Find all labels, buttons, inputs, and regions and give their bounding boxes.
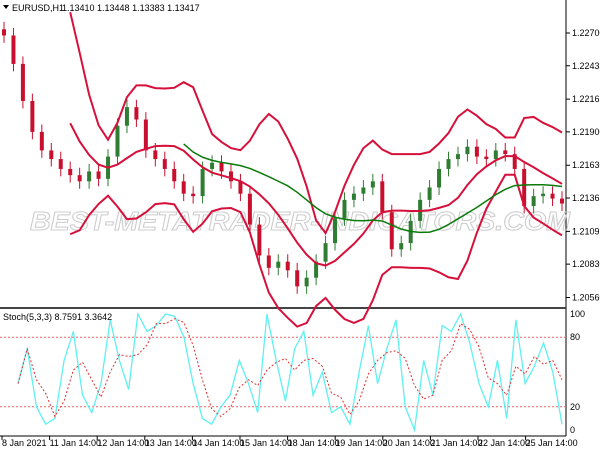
stoch-axis: 100 80 20 0	[570, 309, 585, 435]
dropdown-triangle-icon[interactable]	[3, 5, 9, 9]
candle-body	[493, 150, 498, 160]
candle-body	[285, 261, 290, 271]
candle-body	[276, 261, 281, 268]
candle-body	[304, 277, 309, 287]
candle-body	[295, 270, 300, 287]
watermark: BEST-METATRADER-INDICATORS.COM	[30, 206, 571, 236]
price-tick-label: 1.22700	[572, 28, 600, 38]
candle-body	[77, 175, 82, 182]
candle-body	[143, 119, 148, 151]
price-tick-label: 1.20560	[572, 292, 600, 302]
time-tick-label: 8 Jan 2021	[2, 438, 47, 448]
time-tick-label: 19 Jan 14:00	[335, 438, 387, 448]
candle-body	[39, 131, 44, 151]
stoch-tick-label: 0	[570, 425, 575, 435]
candle-body	[247, 193, 252, 225]
price-tick-label: 1.22165	[572, 94, 600, 104]
candle-body	[351, 193, 356, 200]
symbol-label: EURUSD,H1	[12, 3, 64, 13]
candle-body	[333, 218, 338, 244]
time-tick-label: 14 Jan 14:00	[192, 438, 244, 448]
price-tick-label: 1.21365	[572, 193, 600, 203]
candle-body	[191, 193, 196, 197]
chart-canvas[interactable]: BEST-METATRADER-INDICATORS.COM 1.227001.…	[0, 0, 600, 450]
candle-body	[96, 171, 101, 179]
stoch-tick-label: 100	[570, 309, 585, 319]
candle-body	[399, 243, 404, 250]
price-panel	[2, 11, 564, 328]
candle-body	[210, 162, 215, 169]
candle-body	[550, 193, 555, 199]
price-axis[interactable]: 1.22700 1.22435 1.22165 1.21900 1.21630 1.213…	[566, 28, 600, 302]
ohlc-values: 1.13410 1.13448 1.13383 1.13417	[62, 3, 200, 13]
candle-body	[323, 243, 328, 262]
stoch-title: Stoch(5,3,3) 8.7591 3.3642	[3, 312, 112, 322]
candle-body	[153, 150, 158, 160]
time-tick-label: 15 Jan 14:00	[240, 438, 292, 448]
stoch-d-line	[17, 318, 563, 418]
price-tick-label: 1.20830	[572, 259, 600, 269]
candle-body	[531, 196, 536, 207]
candle-body	[124, 107, 129, 126]
time-tick-label: 21 Jan 14:00	[430, 438, 482, 448]
candle-body	[134, 107, 139, 120]
time-axis[interactable]: 8 Jan 2021 11 Jan 14:0012 Jan 14:0013 Jan…	[1, 436, 578, 448]
bollinger-lower-band	[69, 173, 563, 328]
price-tick-label: 1.21900	[572, 127, 600, 137]
candle-body	[228, 171, 233, 182]
candle-body	[266, 255, 271, 268]
candle-body	[389, 212, 394, 250]
candle-body	[115, 125, 120, 157]
candle-body	[68, 168, 73, 176]
candle-body	[370, 181, 375, 188]
candle-body	[427, 187, 432, 200]
price-tick-label: 1.22435	[572, 61, 600, 71]
time-tick-label: 20 Jan 14:00	[383, 438, 435, 448]
candle-body	[380, 181, 385, 213]
candle-body	[342, 199, 347, 219]
time-tick-label: 25 Jan 14:00	[526, 438, 578, 448]
time-tick-label: 11 Jan 14:00	[50, 438, 101, 448]
candle-body	[484, 156, 489, 160]
stoch-k-line	[17, 311, 563, 433]
stoch-tick-label: 80	[570, 332, 580, 342]
time-tick-label: 12 Jan 14:00	[97, 438, 149, 448]
candle-body	[437, 168, 442, 188]
stochastic-panel	[0, 311, 566, 433]
price-tick-label: 1.21095	[572, 226, 600, 236]
candle-body	[87, 171, 92, 182]
candle-body	[446, 159, 451, 169]
candle-body	[503, 150, 508, 155]
candle-body	[49, 150, 54, 160]
candle-body	[257, 224, 262, 256]
candle-body	[20, 63, 25, 101]
chart-window[interactable]: BEST-METATRADER-INDICATORS.COM 1.227001.…	[0, 0, 600, 450]
candle-body	[455, 154, 460, 160]
time-tick-label: 22 Jan 14:00	[478, 438, 530, 448]
candle-body	[11, 35, 16, 64]
price-tick-label: 1.21630	[572, 160, 600, 170]
stoch-tick-label: 20	[570, 402, 580, 412]
candle-body	[560, 198, 564, 204]
candle-body	[30, 100, 35, 132]
candle-body	[474, 146, 479, 157]
candle-body	[219, 162, 224, 172]
candle-body	[172, 168, 177, 182]
candle-body	[181, 181, 186, 194]
candle-body	[361, 187, 366, 194]
time-tick-label: 13 Jan 14:00	[145, 438, 197, 448]
candle-body	[238, 181, 243, 194]
candle-body	[541, 193, 546, 197]
candle-body	[162, 159, 167, 169]
candle-body	[465, 146, 470, 155]
time-tick-label: 18 Jan 14:00	[288, 438, 340, 448]
candle-body	[2, 29, 6, 36]
candle-body	[200, 168, 205, 197]
candle-body	[58, 159, 63, 169]
